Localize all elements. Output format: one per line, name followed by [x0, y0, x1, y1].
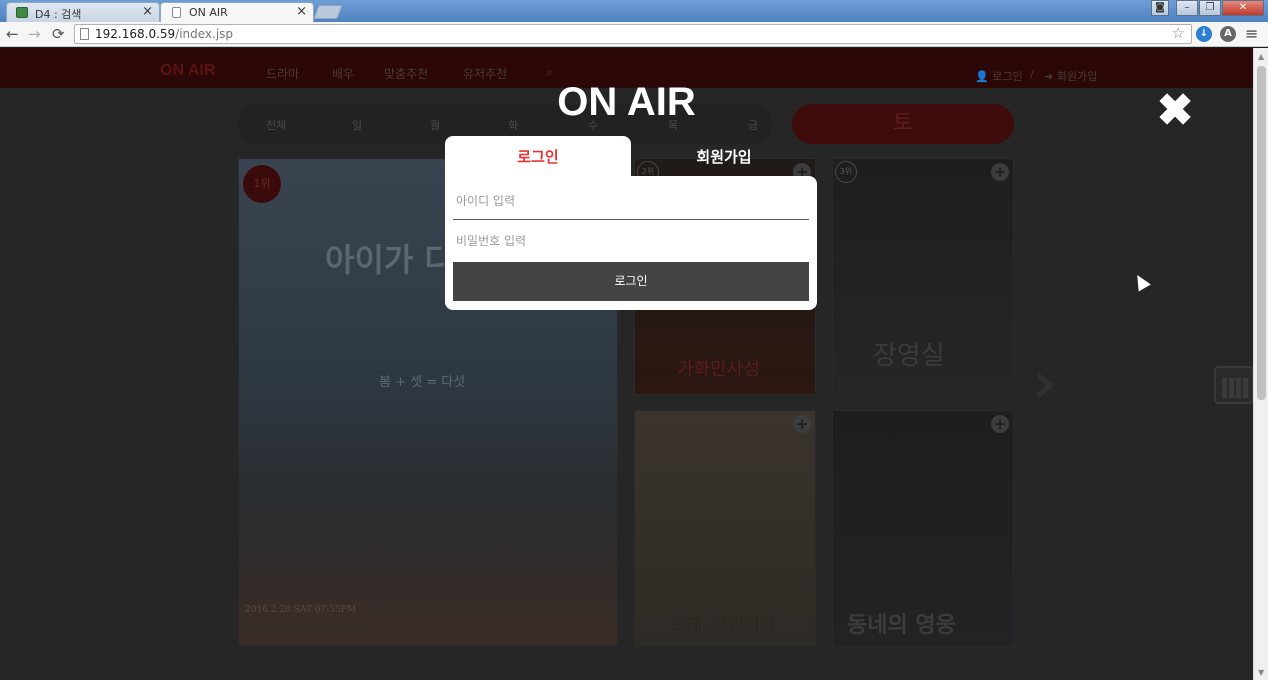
chrome-menu-icon[interactable]: ≡ [1245, 24, 1258, 43]
add-plus-icon[interactable]: + [991, 163, 1009, 181]
tab-join[interactable]: 회원가입 [631, 136, 817, 176]
search-icon[interactable]: ⌕ [546, 65, 553, 80]
download-extension-icon[interactable]: ↓ [1196, 26, 1212, 42]
url-path: /index.jsp [175, 27, 234, 41]
window-close-button[interactable]: ✕ [1222, 0, 1264, 16]
bookmark-star-icon[interactable]: ☆ [1172, 24, 1185, 42]
poster-title: 그래, 그런거야 [671, 616, 776, 636]
login-modal: 로그인 회원가입 로그인 [445, 136, 817, 310]
page-favicon-icon [172, 7, 181, 18]
modal-title: ON AIR [557, 80, 696, 124]
poster-date: 2016.2.20 SAT 07:55PM [245, 605, 356, 615]
url-host: 192.168.0.59 [95, 27, 176, 41]
new-tab-button[interactable] [313, 5, 343, 19]
poster-tagline: 봄 + 셋 = 다섯 [379, 375, 466, 390]
calendar-grid [1222, 378, 1248, 398]
header-login-link[interactable]: 👤 로그인 [975, 68, 1023, 84]
header-join-label: 회원가입 [1056, 70, 1098, 83]
close-icon[interactable]: ✖ [1156, 89, 1194, 133]
reload-button[interactable]: ⟳ [52, 25, 65, 43]
header-separator: / [1030, 68, 1034, 81]
password-input[interactable] [453, 222, 809, 260]
tab-login[interactable]: 로그인 [445, 136, 631, 178]
add-plus-icon[interactable]: + [793, 415, 811, 433]
tab-close-icon[interactable]: × [296, 4, 307, 19]
header-join-link[interactable]: ➜ 회원가입 [1044, 68, 1097, 84]
header-login-label: 로그인 [992, 70, 1023, 83]
login-form: 로그인 [445, 176, 817, 310]
day-sun[interactable]: 일 [352, 117, 362, 133]
poster-5[interactable]: + 동네의 영웅 [832, 410, 1014, 647]
poster-title: 동네의 영웅 [847, 612, 956, 638]
calendar-icon[interactable] [1214, 366, 1253, 404]
menu-drama[interactable]: 드라마 [266, 65, 299, 82]
restore-button[interactable]: ❐ [1199, 0, 1221, 16]
add-plus-icon[interactable]: + [991, 415, 1009, 433]
page-scrollbar[interactable]: ▲ ▼ [1253, 48, 1268, 680]
page-icon [80, 28, 89, 40]
forward-button[interactable]: → [28, 25, 41, 43]
browser-tab-search[interactable]: D4 : 검색 × [6, 2, 160, 22]
tab-title: D4 : 검색 [35, 8, 82, 21]
poster-4[interactable]: + 그래, 그런거야 [634, 410, 816, 647]
next-arrow-icon[interactable]: › [1032, 348, 1057, 418]
poster-title: 장영실 [873, 341, 945, 371]
window-controls: ◙ – ❐ ✕ [1150, 0, 1264, 16]
minimize-button[interactable]: – [1176, 0, 1198, 16]
browser-titlebar: D4 : 검색 × ON AIR × ◙ – ❐ ✕ [0, 0, 1268, 22]
scroll-thumb[interactable] [1257, 66, 1266, 400]
day-all[interactable]: 전체 [266, 117, 286, 133]
address-bar: ← → ⟳ 192.168.0.59/index.jsp ☆ ↓ A ≡ [0, 22, 1268, 47]
user-profile-icon[interactable]: ◙ [1151, 0, 1169, 16]
poster-rank-3[interactable]: 3위 + 장영실 [832, 158, 1014, 395]
url-input[interactable]: 192.168.0.59/index.jsp ☆ [74, 24, 1192, 44]
rank-badge: 3위 [835, 161, 857, 183]
browser-tab-onair[interactable]: ON AIR × [160, 2, 314, 22]
back-button[interactable]: ← [6, 25, 19, 43]
site-logo[interactable]: ON AIR [160, 62, 215, 80]
scroll-up-icon[interactable]: ▲ [1258, 52, 1264, 61]
menu-actor[interactable]: 배우 [332, 65, 354, 82]
scroll-down-icon[interactable]: ▼ [1258, 668, 1264, 677]
login-button[interactable]: 로그인 [453, 262, 809, 301]
rank-badge: 1위 [243, 165, 281, 203]
poster-title: 가화만사성 [677, 359, 760, 380]
tab-favicon-icon [16, 7, 28, 18]
menu-custom-recommend[interactable]: 맞춤추천 [384, 65, 428, 82]
tab-title: ON AIR [189, 6, 228, 19]
tab-close-icon[interactable]: × [142, 4, 153, 19]
day-sat-active[interactable]: 토 [792, 104, 1014, 144]
day-mon[interactable]: 월 [430, 117, 440, 133]
id-input[interactable] [453, 182, 809, 220]
angular-extension-icon[interactable]: A [1220, 26, 1236, 42]
